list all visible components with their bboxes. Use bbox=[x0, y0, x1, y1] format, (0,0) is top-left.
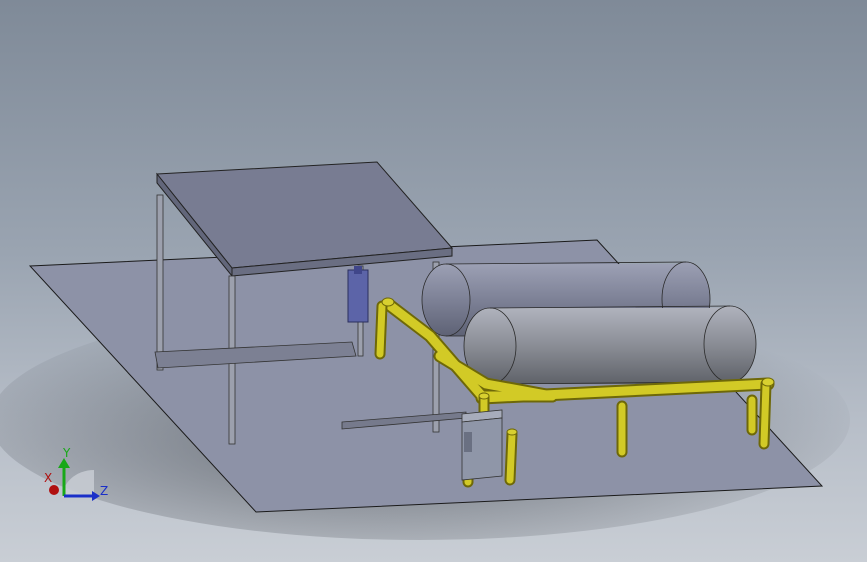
triad-x-label: X bbox=[44, 471, 52, 485]
control-box[interactable] bbox=[461, 409, 503, 481]
triad-z-label: Z bbox=[100, 484, 108, 498]
tank-front[interactable] bbox=[463, 305, 757, 385]
cad-scene[interactable]: Y Z X bbox=[0, 0, 867, 562]
triad-y-label: Y bbox=[62, 446, 71, 460]
actuator-rod bbox=[354, 266, 362, 274]
table-leg bbox=[156, 194, 164, 371]
triad-x-axis bbox=[49, 485, 59, 495]
graphics-viewport[interactable]: Y Z X bbox=[0, 0, 867, 562]
actuator-cylinder[interactable] bbox=[347, 269, 369, 323]
